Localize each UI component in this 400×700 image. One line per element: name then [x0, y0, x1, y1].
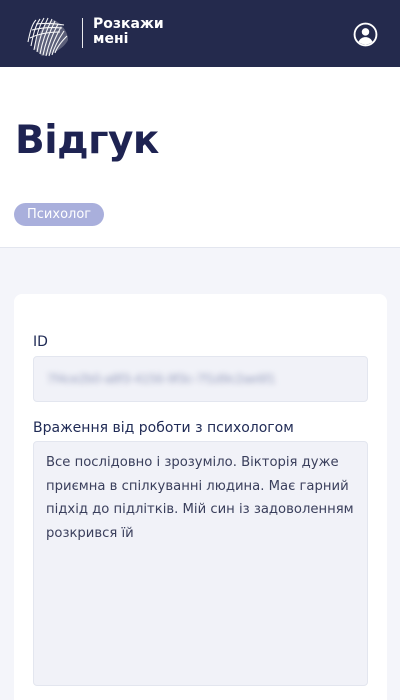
logo-text[interactable]: Розкажи мені	[93, 17, 164, 47]
logo-line-2: мені	[93, 31, 129, 47]
impression-label: Враження від роботи з психологом	[33, 420, 294, 436]
page-title: Відгук	[15, 118, 159, 163]
role-badge: Психолог	[14, 203, 105, 226]
logo-line-1: Розкажи	[93, 16, 164, 32]
id-value: 7f4ce2b0-a8f3-4156-9f3c-7f1d9c2ae6f1	[47, 371, 276, 386]
user-circle-icon[interactable]	[353, 22, 378, 47]
impression-textarea[interactable]: Все послідовно і зрозуміло. Вікторія дуж…	[33, 441, 368, 686]
logo-divider	[82, 18, 83, 48]
id-label: ID	[33, 334, 48, 350]
id-field[interactable]: 7f4ce2b0-a8f3-4156-9f3c-7f1d9c2ae6f1	[33, 356, 368, 402]
feedback-card: ID 7f4ce2b0-a8f3-4156-9f3c-7f1d9c2ae6f1 …	[14, 294, 387, 700]
brain-lines-logo-icon[interactable]	[24, 12, 72, 58]
top-bar: Розкажи мені	[0, 0, 400, 67]
